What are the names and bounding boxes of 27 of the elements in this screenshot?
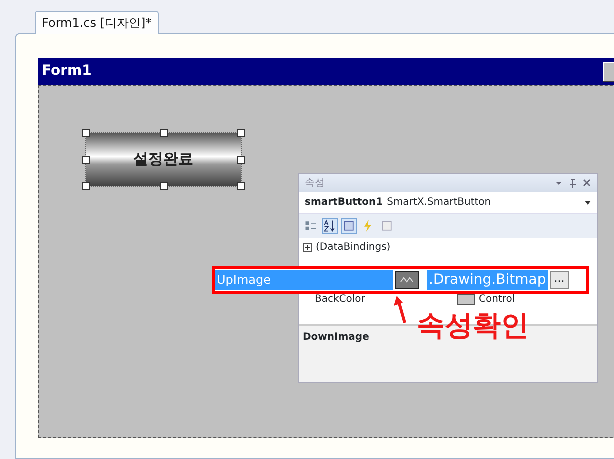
property-value: Control (479, 292, 516, 306)
close-icon[interactable] (583, 179, 591, 187)
resize-handle[interactable] (82, 182, 90, 190)
annotation-text: 속성확인 (417, 312, 529, 340)
resize-handle[interactable] (237, 129, 245, 137)
pages-icon[interactable] (341, 218, 357, 234)
resize-handle[interactable] (160, 129, 168, 137)
resize-handle[interactable] (237, 156, 245, 164)
object-type: SmartX.SmartButton (387, 196, 492, 210)
image-thumbnail-icon (395, 271, 419, 289)
smart-button[interactable]: 설정완료 (86, 133, 241, 186)
property-name[interactable]: (DataBindings) (316, 240, 391, 254)
dropdown-icon[interactable] (555, 179, 563, 187)
browse-button[interactable]: ... (550, 271, 569, 289)
document-tab[interactable]: Form1.cs [디자인]* (35, 11, 159, 34)
resize-handle[interactable] (82, 129, 90, 137)
resize-handle[interactable] (82, 156, 90, 164)
resize-handle[interactable] (160, 182, 168, 190)
object-name: smartButton1 (305, 196, 384, 210)
dropdown-icon (585, 200, 591, 204)
expand-icon[interactable] (303, 242, 312, 252)
form-title: Form1 (42, 62, 92, 81)
alphabetical-icon[interactable] (322, 218, 338, 234)
property-name[interactable]: BackColor (303, 292, 453, 306)
pin-icon[interactable] (569, 178, 577, 188)
panel-title: 속성 (305, 176, 325, 190)
resize-handle[interactable] (237, 182, 245, 190)
